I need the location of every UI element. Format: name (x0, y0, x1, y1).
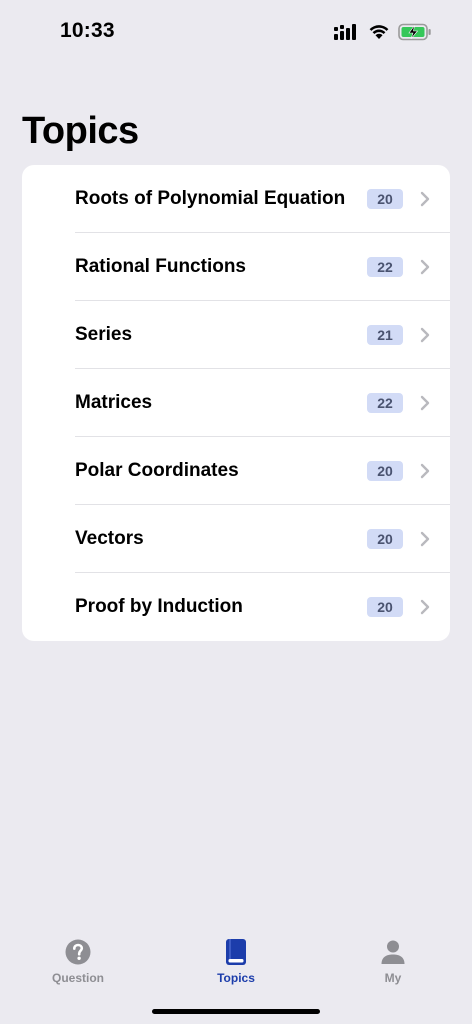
tab-label: Question (51, 971, 104, 985)
cellular-signal-icon (334, 24, 360, 40)
tab-question[interactable]: Question (18, 930, 138, 990)
question-count-badge: 20 (367, 597, 403, 617)
topic-row[interactable]: Matrices 22 (22, 369, 450, 437)
status-bar: 10:33 (0, 0, 472, 64)
tab-topics[interactable]: Topics (176, 930, 296, 990)
question-count-badge: 21 (367, 325, 403, 345)
wifi-icon (368, 24, 390, 40)
home-indicator[interactable] (152, 1009, 320, 1014)
book-icon (226, 939, 246, 965)
person-icon (381, 940, 405, 964)
chevron-right-icon (420, 463, 430, 479)
chevron-right-icon (420, 395, 430, 411)
question-count-badge: 20 (367, 461, 403, 481)
topic-label: Matrices (75, 392, 153, 413)
battery-charging-icon (398, 23, 432, 41)
question-count-badge: 22 (367, 257, 403, 277)
chevron-right-icon (420, 327, 430, 343)
topics-list: Roots of Polynomial Equation 20 Rational… (22, 165, 450, 641)
tab-bar: Question Topics My (0, 930, 472, 990)
status-icons (334, 20, 432, 44)
topic-label: Proof by Induction (75, 596, 243, 617)
topic-row[interactable]: Series 21 (22, 301, 450, 369)
chevron-right-icon (420, 599, 430, 615)
question-count-badge: 22 (367, 393, 403, 413)
topic-row[interactable]: Rational Functions 22 (22, 233, 450, 301)
tab-label: Topics (217, 971, 255, 985)
page-title: Topics (22, 110, 139, 152)
topic-row[interactable]: Roots of Polynomial Equation 20 (22, 165, 450, 233)
tab-my[interactable]: My (333, 930, 453, 990)
status-time: 10:33 (60, 19, 115, 42)
topic-row[interactable]: Proof by Induction 20 (22, 573, 450, 641)
chevron-right-icon (420, 531, 430, 547)
topic-row[interactable]: Polar Coordinates 20 (22, 437, 450, 505)
question-count-badge: 20 (367, 189, 403, 209)
topic-label: Rational Functions (75, 256, 246, 277)
chevron-right-icon (420, 191, 430, 207)
question-count-badge: 20 (367, 529, 403, 549)
topic-label: Roots of Polynomial Equation (75, 188, 346, 209)
topic-row[interactable]: Vectors 20 (22, 505, 450, 573)
chevron-right-icon (420, 259, 430, 275)
topic-label: Series (75, 324, 133, 345)
topic-label: Polar Coordinates (75, 460, 239, 481)
question-circle-icon (65, 939, 91, 965)
tab-label: My (384, 971, 402, 985)
topic-label: Vectors (75, 528, 144, 549)
